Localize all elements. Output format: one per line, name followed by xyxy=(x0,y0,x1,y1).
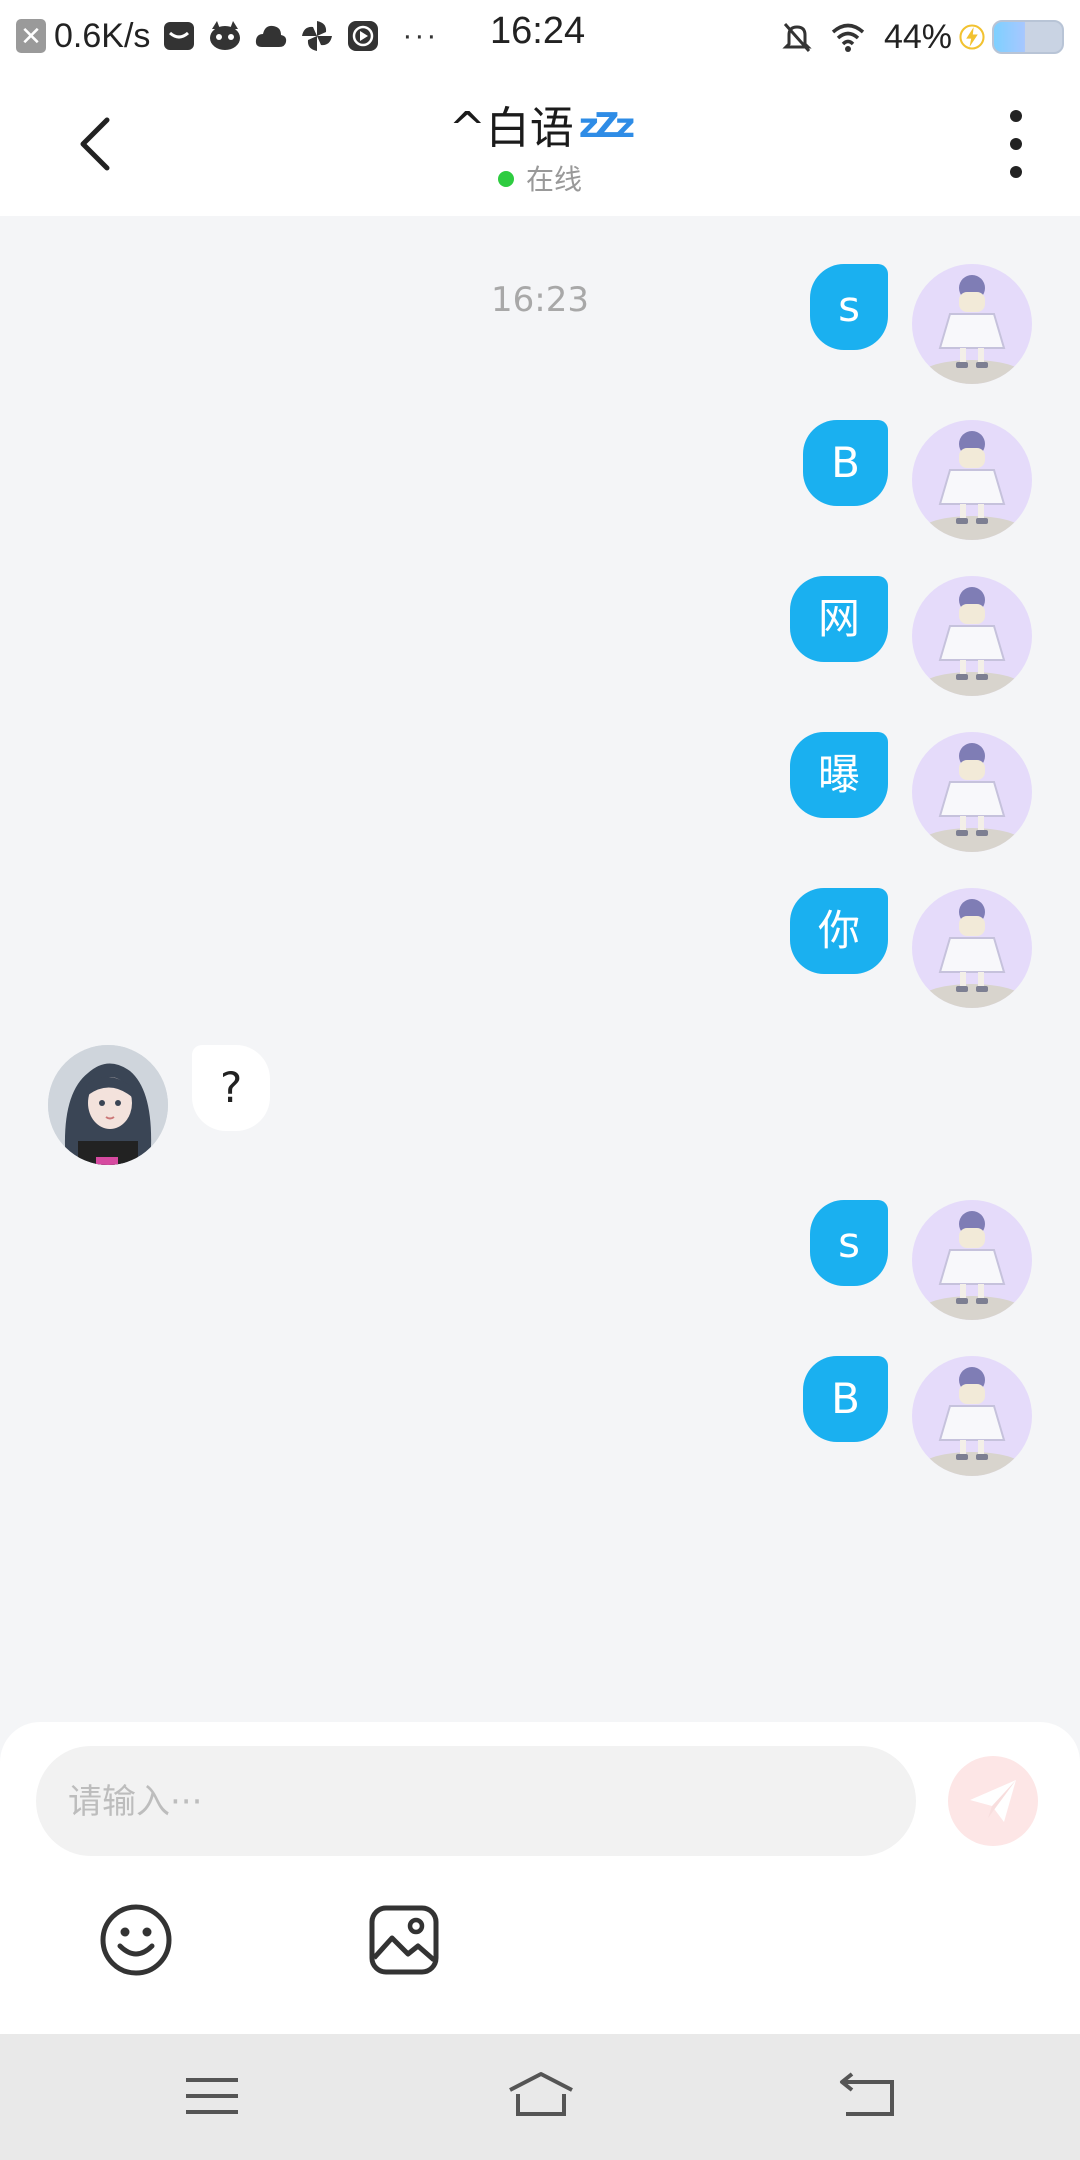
online-status-text: 在线 xyxy=(525,163,582,196)
my-avatar[interactable] xyxy=(912,576,1032,696)
chat-header: ^白语 zZz 在线 xyxy=(0,72,1080,216)
battery-percent: 44% xyxy=(883,17,952,56)
more-notifications: ··· xyxy=(402,19,439,52)
message-list[interactable]: 16:23 s B 网曝你? s B xyxy=(0,216,1080,1720)
contact-avatar[interactable] xyxy=(48,1045,168,1165)
more-dot-icon xyxy=(1010,166,1022,178)
outgoing-message-bubble[interactable]: B xyxy=(803,420,888,506)
more-dot-icon xyxy=(1010,110,1022,122)
cloud-icon xyxy=(256,25,287,47)
mute-bell-icon xyxy=(782,23,812,52)
menu-icon[interactable] xyxy=(182,2068,242,2124)
page-title: ^白语 xyxy=(448,103,574,154)
outgoing-message-bubble[interactable]: 曝 xyxy=(789,732,888,818)
battery-icon xyxy=(992,20,1064,54)
my-avatar[interactable] xyxy=(912,1200,1032,1320)
home-icon[interactable] xyxy=(506,2068,576,2124)
sleep-zz-icon: zZz xyxy=(578,106,635,146)
online-status: 在线 xyxy=(0,158,1080,198)
status-left: ✕ 0.6K/s ··· xyxy=(16,10,438,62)
status-bar: ✕ 0.6K/s ··· 16:24 44% xyxy=(0,0,1080,72)
outgoing-message-bubble[interactable]: 网 xyxy=(789,576,888,662)
cat-app-icon xyxy=(210,21,241,50)
inbox-icon xyxy=(164,22,195,50)
title-block: ^白语 zZz 在线 xyxy=(0,92,1080,198)
incoming-message-bubble[interactable]: ? xyxy=(192,1045,271,1131)
my-avatar[interactable] xyxy=(912,264,1032,384)
network-speed: 0.6K/s xyxy=(54,16,151,55)
message-input[interactable] xyxy=(66,1746,890,1858)
emoji-icon[interactable] xyxy=(98,1902,174,1978)
message-input-wrapper[interactable] xyxy=(36,1746,916,1858)
paper-plane-icon xyxy=(970,1780,1016,1822)
send-button[interactable] xyxy=(948,1756,1038,1846)
outgoing-message-bubble[interactable]: s xyxy=(810,264,888,350)
my-avatar[interactable] xyxy=(912,420,1032,540)
play-icon xyxy=(348,21,379,51)
my-avatar[interactable] xyxy=(912,1356,1032,1476)
system-nav-bar xyxy=(0,2034,1080,2160)
online-dot-icon xyxy=(497,171,514,187)
outgoing-message-bubble[interactable]: B xyxy=(803,1356,888,1442)
image-icon[interactable] xyxy=(366,1902,442,1978)
more-dot-icon xyxy=(1010,138,1022,150)
my-avatar[interactable] xyxy=(912,888,1032,1008)
clock: 16:24 xyxy=(490,10,586,52)
pinwheel-icon xyxy=(302,21,333,51)
close-notification-icon: ✕ xyxy=(16,19,46,53)
charging-icon xyxy=(959,24,985,50)
back-nav-icon[interactable] xyxy=(838,2068,898,2124)
status-right: 44% xyxy=(768,12,1064,62)
composer xyxy=(0,1722,1080,2034)
more-options-button[interactable] xyxy=(996,110,1036,178)
outgoing-message-bubble[interactable]: s xyxy=(810,1200,888,1286)
contact-name: ^白语 zZz xyxy=(0,92,1080,156)
outgoing-message-bubble[interactable]: 你 xyxy=(789,888,888,974)
my-avatar[interactable] xyxy=(912,732,1032,852)
wifi-icon xyxy=(831,23,865,52)
